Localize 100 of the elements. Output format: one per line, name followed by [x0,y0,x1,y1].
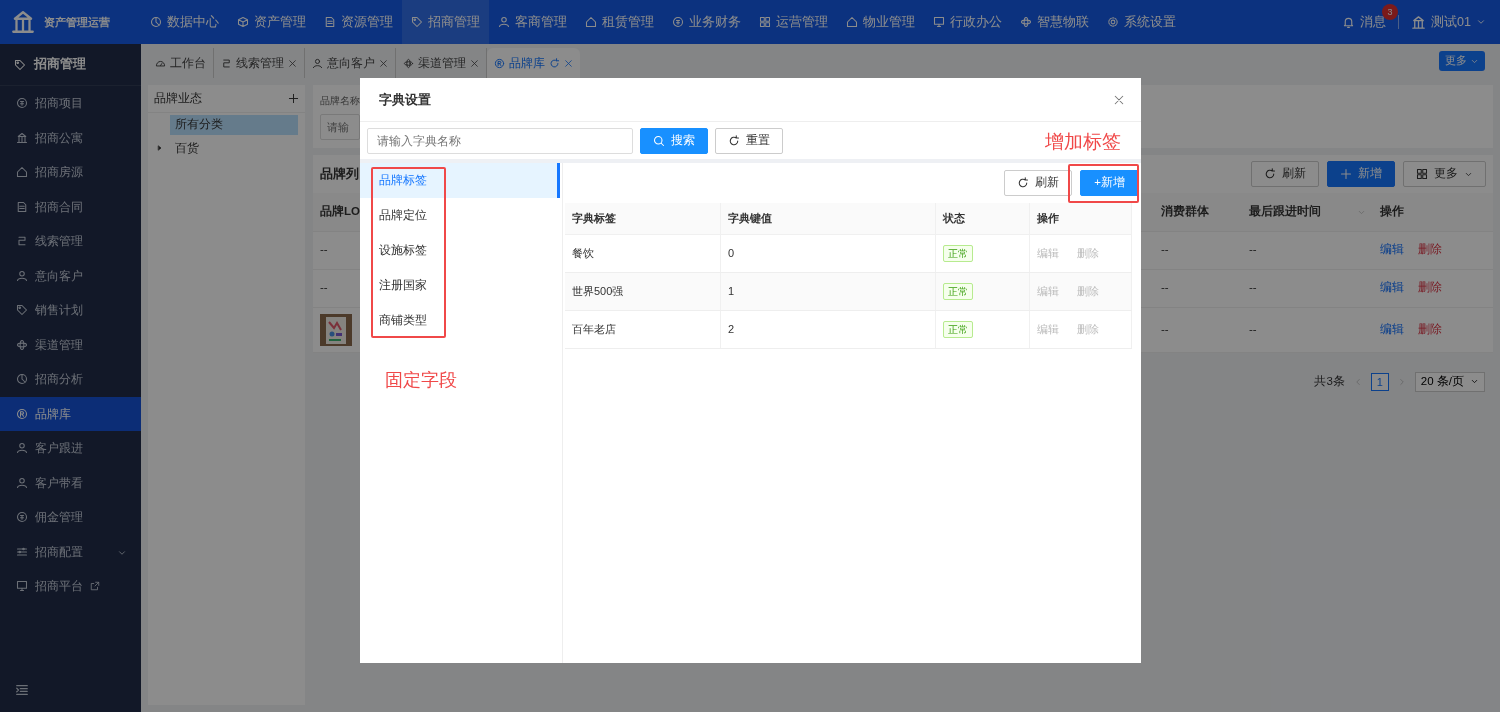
table-cell: -- [320,281,328,294]
column-header: 状态 [935,203,1030,234]
bank-icon [1411,14,1427,30]
cube-icon [237,16,249,28]
table-cell: -- [1242,269,1373,307]
delete-link[interactable]: 删除 [1418,241,1442,259]
caret-icon[interactable] [156,144,164,153]
document-icon [324,16,336,28]
dictionary-list-item[interactable]: 设施标签 [360,233,560,268]
chart-icon [16,373,28,386]
plus-icon[interactable] [288,93,299,105]
grid-icon [759,16,771,28]
delete-link[interactable]: 删除 [1418,320,1442,339]
panel-title: 品牌业态 [154,91,202,106]
nav-menu-item[interactable]: 行政办公 [924,0,1011,44]
grid-icon [1416,168,1428,180]
sidebar-item[interactable]: 招商分析 [0,362,141,397]
nav-menu-item[interactable]: 租赁管理 [576,0,663,44]
more-button[interactable]: 更多 [1439,51,1485,71]
sidebar-item[interactable]: 品牌库 [0,396,141,431]
input-field[interactable]: 请输 [320,114,360,140]
tree-node[interactable]: 所有分类 [170,115,298,135]
atom-icon [403,57,414,69]
tree-node[interactable]: 百货 [170,138,298,158]
nav-menu-item[interactable]: 运营管理 [750,0,837,44]
person-icon [16,476,28,489]
annotation-label: 固定字段 [385,369,457,392]
add-button[interactable]: 新增 [1327,161,1395,187]
nav-menu-item[interactable]: 系统设置 [1098,0,1185,44]
sidebar-item[interactable]: 客户带看 [0,465,141,500]
nav-menu-item[interactable]: 资产管理 [228,0,315,44]
dialog-title: 字典设置 [379,90,431,109]
edit-link[interactable]: 编辑 [1380,320,1404,339]
page-tab[interactable]: 线索管理 [214,48,305,78]
edit-link[interactable]: 编辑 [1380,241,1404,259]
user-menu[interactable]: 测试01 [1411,12,1486,32]
table-cell: 百年老店 [565,310,721,348]
sidebar-item[interactable]: 意向客户 [0,258,141,293]
bell-icon [1342,15,1356,29]
table-cell: 2 [720,310,936,348]
nav-menu-item[interactable]: 资源管理 [315,0,402,44]
close-icon [564,58,573,68]
sidebar-item[interactable]: 销售计划 [0,293,141,328]
coin-icon [672,16,684,28]
sidebar-item[interactable]: 渠道管理 [0,327,141,362]
sidebar-item[interactable]: 招商公寓 [0,120,141,155]
coin-icon [16,511,28,524]
dictionary-list-item[interactable]: 商铺类型 [360,303,560,338]
close-icon [1113,94,1125,107]
page-tab[interactable]: 工作台 [148,48,214,78]
edit-link[interactable]: 编辑 [1380,279,1404,297]
sidebar-item[interactable]: 招商房源 [0,155,141,190]
sidebar-item[interactable]: 招商配置 [0,534,141,569]
sidebar-item[interactable]: 佣金管理 [0,500,141,535]
nav-menu-item[interactable]: 客商管理 [489,0,576,44]
search-icon [653,135,665,147]
close-icon [470,58,479,68]
dictionary-list-item[interactable]: 品牌标签 [360,163,560,198]
nav-menu-item[interactable]: 数据中心 [141,0,228,44]
sidebar-item[interactable]: 招商项目 [0,86,141,121]
person-icon [498,16,510,28]
more-button[interactable]: 更多 [1403,161,1486,187]
field-label: 品牌名称 [320,94,360,108]
nav-menu-item[interactable]: 智慧物联 [1011,0,1098,44]
sidebar-item[interactable]: 招商平台 [0,569,141,604]
table-cell: 世界500强 [565,272,721,310]
annotation-label: 增加标签 [1045,130,1121,154]
add-button[interactable]: +新增 [1080,170,1139,196]
page-size-select[interactable]: 20 条/页 [1414,371,1485,392]
collapse-menu-icon[interactable] [15,682,29,697]
refresh-icon [1264,168,1276,180]
refresh-button[interactable]: 刷新 [1251,161,1319,187]
table-cell: -- [1154,307,1242,352]
sidebar-item[interactable]: 招商合同 [0,189,141,224]
page-tab[interactable]: 品牌库 [487,48,580,78]
document-icon [16,200,28,213]
tag-icon [14,58,26,71]
table-cell: 餐饮 [565,234,721,272]
status-tag: 正常 [943,282,974,300]
sidebar-item[interactable]: 客户跟进 [0,431,141,466]
house-icon [846,16,858,28]
app-title: 资产管理运营 [44,14,110,30]
sidebar-item[interactable]: 线索管理 [0,224,141,259]
chart-icon [150,16,162,28]
dictionary-list-item[interactable]: 注册国家 [360,268,560,303]
sliders-icon [16,545,28,558]
caret-icon [1476,17,1486,27]
nav-menu-item[interactable]: 业务财务 [663,0,750,44]
search-field[interactable]: 请输入字典名称 [367,128,633,154]
atom-icon [1020,16,1032,28]
search-button[interactable]: 搜索 [640,128,708,154]
refresh-button[interactable]: 刷新 [1004,170,1073,196]
reset-button[interactable]: 重置 [715,128,783,154]
page-button[interactable]: 1 [1370,372,1389,391]
delete-link[interactable]: 删除 [1418,279,1442,297]
nav-menu-item[interactable]: 物业管理 [837,0,924,44]
house-icon [16,166,28,179]
close-icon [379,58,388,68]
dictionary-list-item[interactable]: 品牌定位 [360,198,560,233]
building-icon [16,131,28,144]
